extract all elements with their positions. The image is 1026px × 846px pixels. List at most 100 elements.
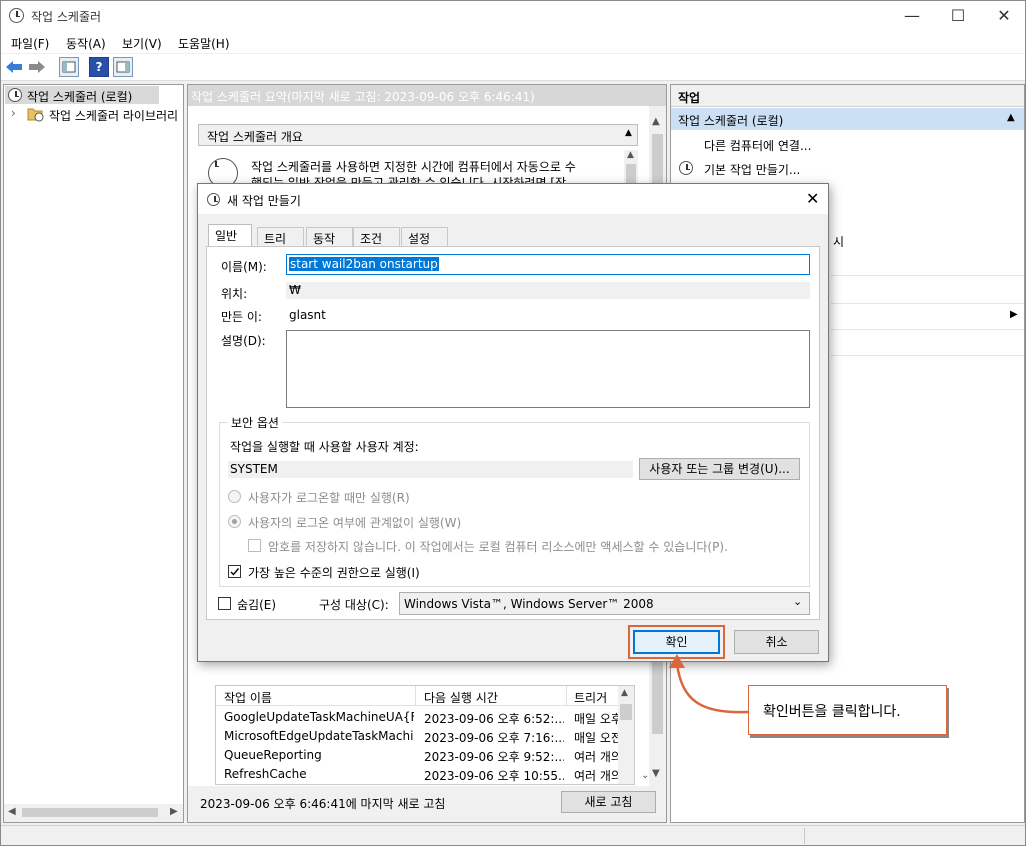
table-cell[interactable]: RefreshCache: [224, 767, 414, 781]
location-value: ₩: [289, 283, 301, 297]
security-options-group: 보안 옵션 작업을 실행할 때 사용할 사용자 계정: SYSTEM 사용자 또…: [219, 414, 810, 587]
dialog-title-bar: 새 작업 만들기 ✕: [198, 184, 828, 214]
column-divider: [415, 686, 416, 706]
actions-section[interactable]: 작업 스케줄러 (로컬) ▲: [671, 108, 1024, 130]
actions-section-label: 작업 스케줄러 (로컬): [678, 114, 784, 128]
table-vscrollbar[interactable]: ▲: [618, 686, 634, 784]
name-label: 이름(M):: [221, 260, 267, 274]
scroll-right-icon[interactable]: ▶: [170, 806, 178, 817]
column-header[interactable]: 다음 실행 시간: [424, 689, 498, 706]
actions-header-text: 작업: [678, 91, 701, 105]
dialog-title: 새 작업 만들기: [227, 194, 301, 208]
account-field: SYSTEM: [228, 461, 633, 478]
name-input-value: start wail2ban onstartup: [289, 257, 439, 271]
collapse-icon[interactable]: ▲: [1007, 112, 1015, 123]
description-textarea[interactable]: [286, 330, 810, 408]
summary-header: 작업 스케줄러 요약(마지막 새로 고침: 2023-09-06 오후 6:46…: [188, 85, 666, 106]
overview-section-header[interactable]: 작업 스케줄러 개요 ▲: [198, 124, 638, 146]
close-icon[interactable]: ✕: [806, 189, 819, 208]
callout-arrow: [669, 654, 749, 714]
table-cell[interactable]: 여러 개의: [574, 767, 618, 784]
column-header[interactable]: 트리거: [574, 689, 607, 706]
refresh-button[interactable]: 새로 고침: [561, 791, 656, 813]
tab-conditions[interactable]: 조건: [353, 227, 400, 247]
submenu-arrow-icon[interactable]: ▶: [1010, 309, 1018, 320]
security-options-title: 보안 옵션: [228, 414, 282, 431]
table-cell[interactable]: 2023-09-06 오후 6:52:...: [424, 710, 564, 727]
chevron-down-icon[interactable]: ⌄: [793, 595, 802, 608]
tab-settings[interactable]: 설정: [401, 227, 448, 247]
callout-box: 확인버튼을 클릭합니다.: [748, 685, 947, 735]
hidden-checkbox[interactable]: [218, 597, 231, 610]
forward-arrow-icon[interactable]: [28, 59, 46, 75]
column-divider: [566, 686, 567, 706]
show-hide-action-icon[interactable]: [113, 57, 133, 77]
no-password-checkbox[interactable]: [248, 539, 261, 552]
table-cell[interactable]: 매일 오후: [574, 710, 618, 727]
scroll-down-icon[interactable]: ▼: [652, 768, 660, 779]
tree-hscrollbar[interactable]: ◀ ▶: [4, 804, 183, 822]
divider: [831, 303, 1024, 304]
table-cell[interactable]: 2023-09-06 오후 10:55...: [424, 767, 564, 784]
menu-view[interactable]: 보기(V): [122, 35, 162, 52]
change-user-button[interactable]: 사용자 또는 그룹 변경(U)...: [639, 458, 800, 480]
hidden-label: 숨김(E): [237, 598, 277, 612]
clock-icon: [207, 193, 220, 206]
menu-help[interactable]: 도움말(H): [178, 35, 230, 52]
show-hide-tree-icon[interactable]: [59, 57, 79, 77]
minimize-button[interactable]: —: [889, 1, 935, 31]
scroll-left-icon[interactable]: ◀: [8, 806, 16, 817]
scroll-up-icon[interactable]: ▲: [621, 688, 628, 698]
action-connect-computer[interactable]: 다른 컴퓨터에 연결...: [704, 137, 811, 154]
tab-actions[interactable]: 동작: [306, 227, 353, 247]
configure-for-select[interactable]: Windows Vista™, Windows Server™ 2008 ⌄: [399, 592, 810, 615]
configure-for-label: 구성 대상(C):: [319, 598, 389, 612]
chevron-right-icon[interactable]: ›: [11, 106, 16, 120]
radio-whether-logged-on[interactable]: [228, 515, 241, 528]
radio-logon-only[interactable]: [228, 490, 241, 503]
callout-text: 확인버튼을 클릭합니다.: [763, 704, 901, 720]
maximize-button[interactable]: ☐: [935, 1, 981, 31]
name-input[interactable]: start wail2ban onstartup: [286, 254, 810, 275]
radio-logon-only-label: 사용자가 로그온할 때만 실행(R): [248, 491, 410, 505]
tab-general[interactable]: 일반: [208, 224, 252, 248]
table-cell[interactable]: GoogleUpdateTaskMachineUA{F2...: [224, 710, 414, 724]
title-bar: 작업 스케줄러 — ☐ ✕: [1, 1, 1025, 31]
back-arrow-icon[interactable]: [5, 59, 23, 75]
summary-header-text: 작업 스케줄러 요약(마지막 새로 고침: 2023-09-06 오후 6:46…: [191, 90, 535, 104]
author-label: 만든 이:: [221, 310, 262, 324]
table-cell[interactable]: 2023-09-06 오후 9:52:...: [424, 748, 564, 765]
tree-library-item[interactable]: › 작업 스케줄러 라이브러리: [5, 105, 185, 123]
action-create-basic-task[interactable]: 기본 작업 만들기...: [704, 161, 800, 178]
tree-root-item[interactable]: 작업 스케줄러 (로컬): [5, 86, 159, 104]
location-label: 위치:: [221, 287, 248, 301]
tab-triggers[interactable]: 트리거: [257, 227, 304, 263]
table-cell[interactable]: 여러 개의: [574, 748, 618, 765]
scroll-down-icon[interactable]: ⌄: [641, 770, 649, 781]
table-cell[interactable]: QueueReporting: [224, 748, 414, 762]
tree-root-label: 작업 스케줄러 (로컬): [27, 90, 133, 104]
scroll-thumb[interactable]: [620, 704, 632, 720]
scroll-up-icon[interactable]: ▲: [652, 116, 660, 127]
clock-icon: [8, 88, 22, 102]
table-cell[interactable]: 매일 오전: [574, 729, 618, 746]
close-button[interactable]: ✕: [981, 1, 1026, 31]
scroll-thumb[interactable]: [22, 808, 158, 817]
overview-title: 작업 스케줄러 개요: [207, 130, 303, 144]
summary-footer: 2023-09-06 오후 6:46:41에 마지막 새로 고침 새로 고침: [188, 786, 666, 822]
help-icon[interactable]: ?: [89, 57, 109, 77]
description-label: 설명(D):: [221, 334, 266, 348]
scroll-up-icon[interactable]: ▲: [627, 150, 634, 160]
table-cell[interactable]: 2023-09-06 오후 7:16:...: [424, 729, 564, 746]
highest-privileges-checkbox[interactable]: [228, 565, 241, 578]
table-cell[interactable]: MicrosoftEdgeUpdateTaskMachin...: [224, 729, 414, 743]
collapse-icon[interactable]: ▲: [625, 128, 632, 138]
action-partial-text[interactable]: 시: [833, 233, 844, 250]
clock-icon: [679, 161, 693, 175]
author-value: glasnt: [289, 308, 326, 322]
location-field: ₩: [286, 282, 810, 299]
column-header[interactable]: 작업 이름: [224, 689, 272, 706]
menu-file[interactable]: 파일(F): [11, 35, 49, 52]
menu-action[interactable]: 동작(A): [66, 35, 106, 52]
table-header: 작업 이름 다음 실행 시간 트리거: [216, 686, 618, 706]
